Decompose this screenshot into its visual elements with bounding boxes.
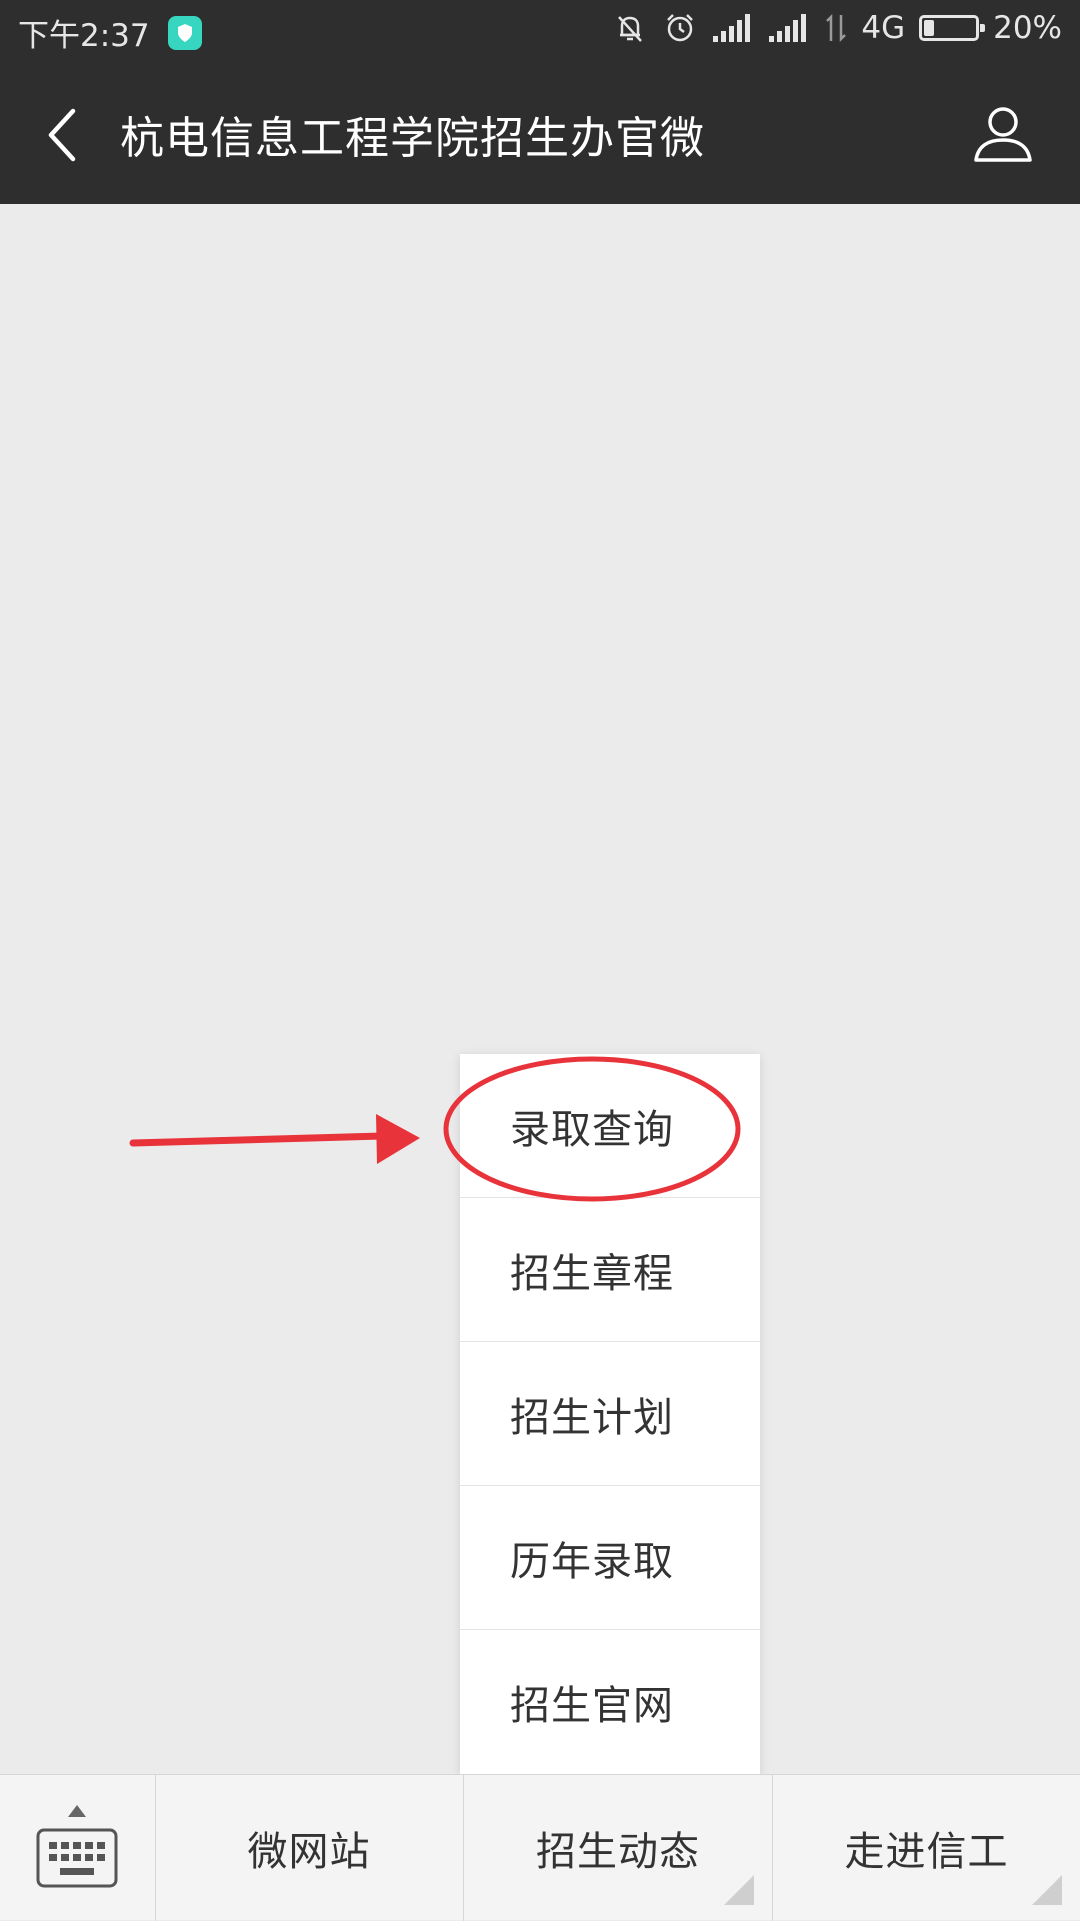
page-title: 杭电信息工程学院招生办官微 (120, 113, 705, 164)
submenu-item-admission-query[interactable]: 录取查询 (460, 1054, 760, 1198)
battery-percent: 20% (993, 10, 1062, 46)
submenu-item-label: 历年录取 (510, 1538, 674, 1585)
menu-item-label: 招生动态 (536, 1829, 700, 1875)
menu-item-label: 走进信工 (844, 1829, 1009, 1875)
submenu-item-admission-website[interactable]: 招生官网 (460, 1630, 760, 1774)
menu-item-admission-news[interactable]: 招生动态 (464, 1775, 773, 1921)
submenu-item-admission-plan[interactable]: 招生计划 (460, 1342, 760, 1486)
submenu-item-label: 招生计划 (510, 1394, 674, 1441)
menu-item-about-school[interactable]: 走进信工 (773, 1775, 1080, 1921)
back-button[interactable] (28, 100, 98, 170)
data-arrows-icon (825, 13, 847, 43)
person-icon (974, 107, 1032, 162)
signal-icon (713, 14, 753, 42)
alarm-clock-icon (663, 11, 697, 45)
menu-item-label: 微网站 (247, 1829, 371, 1875)
caret-up-icon (68, 1805, 86, 1817)
title-bar: 杭电信息工程学院招生办官微 (0, 62, 1080, 204)
submenu-item-past-admissions[interactable]: 历年录取 (460, 1486, 760, 1630)
submenu-popup: 录取查询 招生章程 招生计划 历年录取 招生官网 (460, 1054, 760, 1774)
submenu-item-label: 招生章程 (510, 1250, 674, 1297)
submenu-item-admission-rules[interactable]: 招生章程 (460, 1198, 760, 1342)
profile-button[interactable] (968, 98, 1038, 168)
network-type: 4G (861, 10, 906, 46)
status-bar: 下午2:37 4G 20% (0, 0, 1080, 62)
signal-icon (769, 14, 809, 42)
status-time: 下午2:37 (18, 18, 150, 54)
submenu-item-label: 招生官网 (510, 1683, 674, 1729)
submenu-indicator-icon (1032, 1875, 1062, 1905)
submenu-indicator-icon (724, 1875, 754, 1905)
keyboard-toggle-button[interactable] (0, 1775, 156, 1921)
bottom-menu-bar: 微网站 招生动态 走进信工 (0, 1774, 1080, 1921)
chevron-left-icon (48, 108, 76, 162)
mute-bell-icon (613, 11, 647, 45)
keyboard-icon (36, 1828, 118, 1888)
submenu-item-label: 录取查询 (510, 1106, 674, 1153)
battery-icon (919, 15, 986, 41)
shield-icon (167, 15, 202, 50)
menu-item-micro-site[interactable]: 微网站 (155, 1775, 464, 1921)
